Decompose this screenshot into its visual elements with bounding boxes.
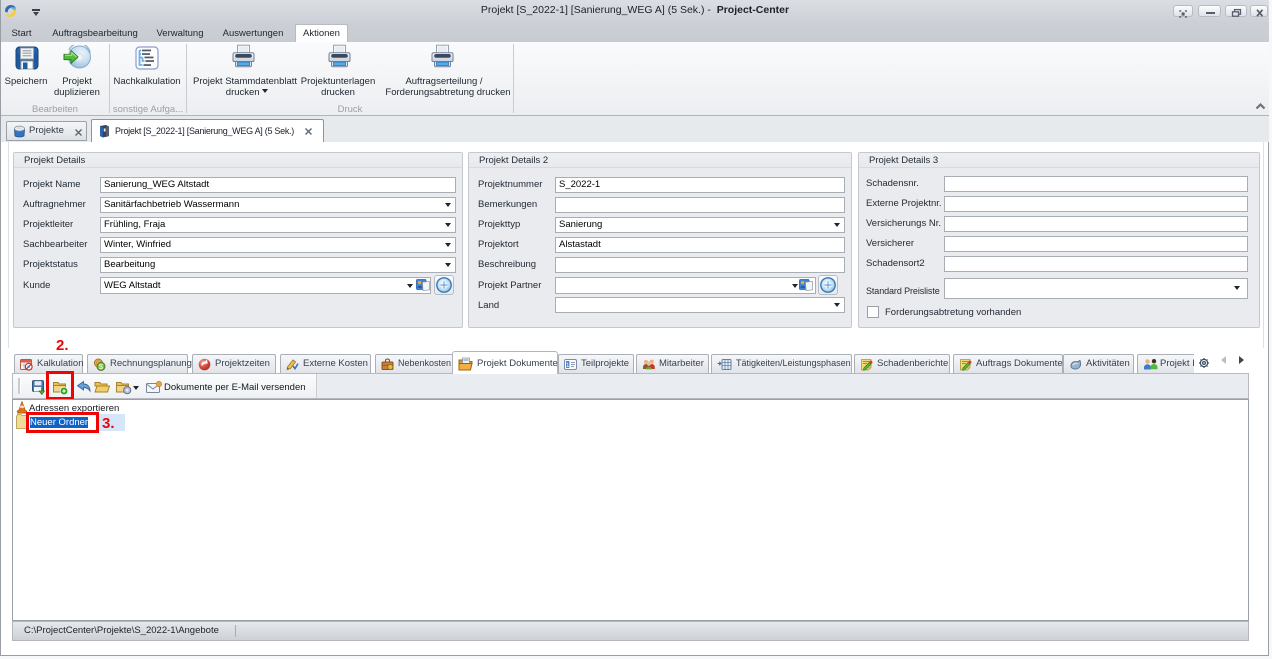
svg-text:1: 1: [566, 362, 570, 369]
